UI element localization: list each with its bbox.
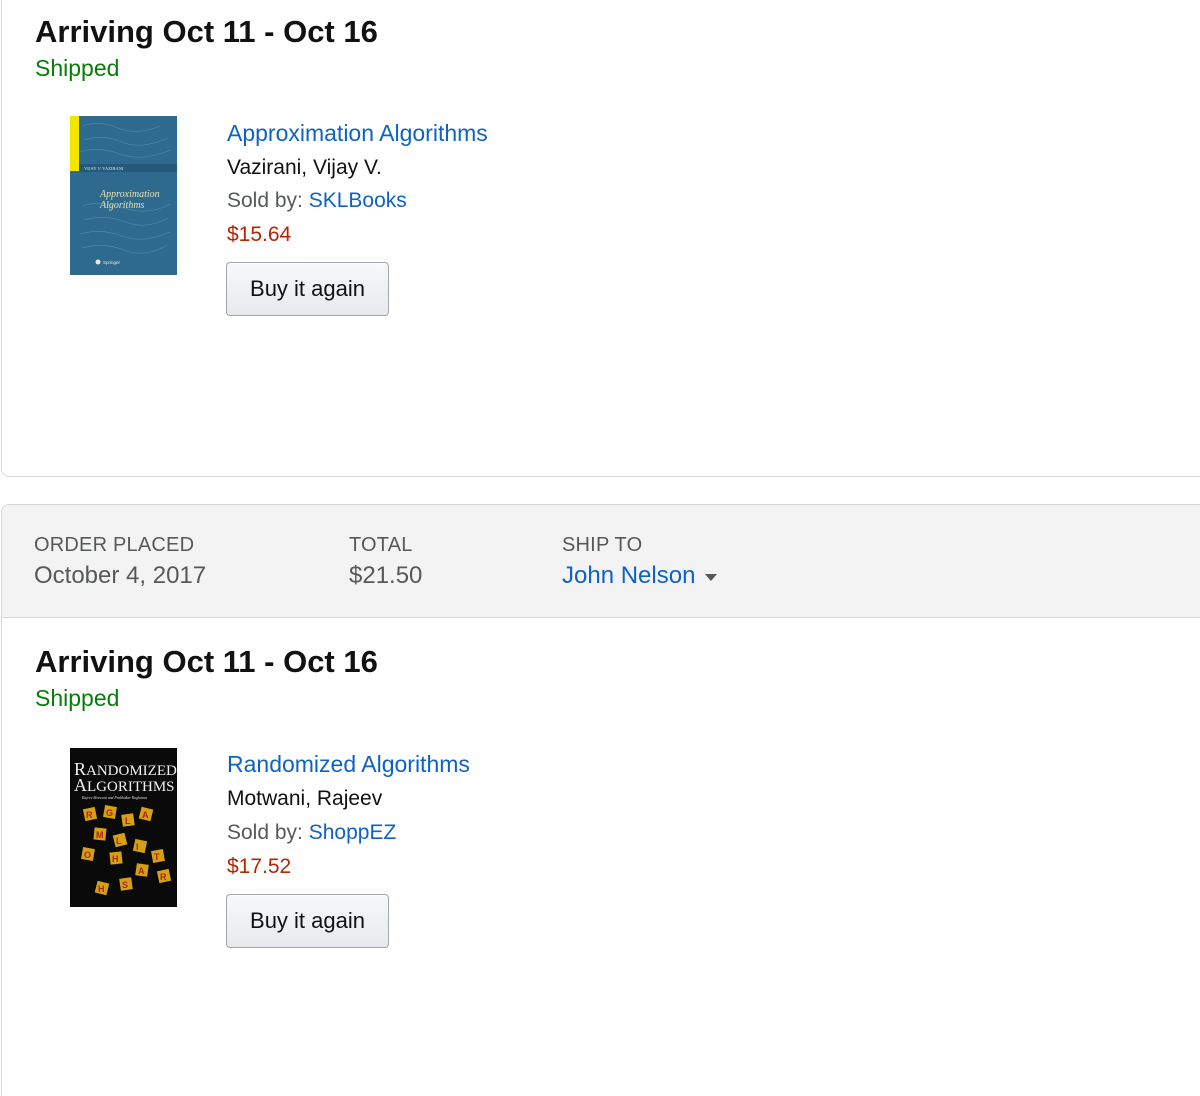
order-card: Arriving Oct 11 - Oct 16 Shipped VIJAY V…: [1, 0, 1200, 477]
svg-text:S: S: [122, 880, 128, 890]
svg-text:A: A: [142, 810, 149, 820]
cover-publisher: Springer: [103, 260, 121, 265]
sold-by-label: Sold by:: [227, 821, 309, 844]
order-placed-date: October 4, 2017: [34, 562, 207, 589]
order-placed-column: ORDER PLACED October 4, 2017: [34, 533, 206, 591]
ship-to-column: SHIP TO John Nelson: [562, 533, 718, 591]
svg-text:T: T: [154, 852, 160, 862]
cover-title-line2: Algorithms: [99, 200, 145, 211]
ship-to-name: John Nelson: [562, 562, 696, 589]
sold-by: Sold by: ShoppEZ: [227, 820, 396, 846]
sold-by: Sold by: SKLBooks: [227, 188, 407, 214]
product-image[interactable]: RANDOMIZED ALGORITHMS Rajeev Motwani and…: [70, 748, 177, 907]
product-price: $15.64: [227, 223, 292, 246]
product-image[interactable]: VIJAY V. VAZIRANI Approximation Algorith…: [70, 116, 177, 275]
svg-text:R: R: [86, 810, 93, 820]
cover-author-text: VIJAY V. VAZIRANI: [84, 166, 124, 171]
cover-title-line1: Approximation: [99, 189, 160, 200]
svg-text:L: L: [116, 836, 122, 846]
shipment-status: Shipped: [35, 55, 120, 81]
shipment-status: Shipped: [35, 685, 120, 711]
product-title-link[interactable]: Randomized Algorithms: [227, 750, 470, 778]
svg-text:G: G: [106, 808, 113, 818]
product-price: $17.52: [227, 855, 292, 878]
seller-link[interactable]: ShoppEZ: [309, 821, 397, 844]
sold-by-label: Sold by:: [227, 189, 309, 212]
order-card: ORDER PLACED October 4, 2017 TOTAL $21.5…: [1, 504, 1200, 1096]
svg-text:M: M: [96, 830, 104, 840]
product-author: Vazirani, Vijay V.: [227, 156, 382, 179]
svg-text:I: I: [136, 842, 139, 852]
delivery-estimate: Arriving Oct 11 - Oct 16: [35, 14, 378, 49]
svg-text:L: L: [125, 816, 131, 826]
delivery-estimate: Arriving Oct 11 - Oct 16: [35, 644, 378, 679]
order-placed-label: ORDER PLACED: [34, 534, 195, 556]
ship-to-dropdown[interactable]: John Nelson: [562, 561, 718, 591]
svg-text:O: O: [84, 850, 91, 860]
svg-text:R: R: [160, 872, 167, 882]
svg-text:H: H: [98, 884, 105, 894]
svg-text:A: A: [138, 866, 145, 876]
buy-it-again-button[interactable]: Buy it again: [226, 262, 389, 316]
product-author: Motwani, Rajeev: [227, 787, 383, 810]
order-header: ORDER PLACED October 4, 2017 TOTAL $21.5…: [2, 505, 1200, 618]
ship-to-label: SHIP TO: [562, 534, 643, 556]
seller-link[interactable]: SKLBooks: [309, 189, 407, 212]
buy-it-again-button[interactable]: Buy it again: [226, 894, 389, 948]
orders-page: Arriving Oct 11 - Oct 16 Shipped VIJAY V…: [0, 0, 1200, 1096]
total-value: $21.50: [349, 562, 423, 589]
book-cover-randomized-algorithms: RANDOMIZED ALGORITHMS Rajeev Motwani and…: [70, 748, 177, 907]
book-cover-approximation-algorithms: VIJAY V. VAZIRANI Approximation Algorith…: [70, 116, 177, 275]
caret-down-icon: [705, 573, 718, 581]
svg-text:H: H: [112, 854, 119, 864]
total-label: TOTAL: [349, 534, 413, 556]
cover-authors: Rajeev Motwani and Prabhakar Raghavan: [81, 796, 147, 800]
product-title-link[interactable]: Approximation Algorithms: [227, 119, 488, 147]
total-column: TOTAL $21.50: [349, 533, 422, 591]
